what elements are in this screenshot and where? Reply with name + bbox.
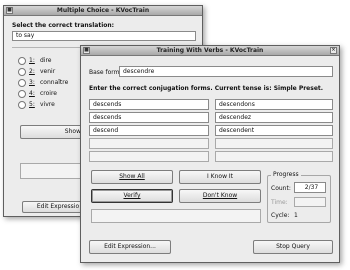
conjugation-input-1s[interactable]: descends bbox=[89, 99, 209, 110]
verb-training-titlebar[interactable]: ■ Training With Verbs - KVocTrain × bbox=[81, 46, 339, 56]
conjugation-input-4s[interactable] bbox=[89, 138, 209, 149]
choice-row[interactable]: 2: venir bbox=[18, 67, 88, 77]
conjugation-input-3p[interactable]: descendent bbox=[215, 125, 333, 136]
translation-prompt: Select the correct translation: bbox=[12, 22, 115, 29]
close-icon[interactable]: × bbox=[330, 47, 337, 54]
time-label: Time: bbox=[271, 199, 288, 206]
choice-row[interactable]: 3: connaître bbox=[18, 78, 88, 88]
choice-number: 4: bbox=[29, 90, 35, 97]
dont-know-button[interactable]: Don't Know bbox=[179, 189, 261, 203]
cycle-value: 1 bbox=[294, 212, 298, 219]
choice-text: connaître bbox=[40, 79, 69, 86]
conjugation-input-3s[interactable]: descend bbox=[89, 125, 209, 136]
count-value: 2/37 bbox=[294, 182, 326, 193]
stop-query-button[interactable]: Stop Query bbox=[253, 240, 333, 254]
verb-training-title: Training With Verbs - KVocTrain bbox=[156, 47, 264, 54]
choice-row[interactable]: 1: dire bbox=[18, 56, 88, 66]
choice-radio[interactable] bbox=[18, 57, 26, 65]
choice-number: 2: bbox=[29, 68, 35, 75]
conjugation-input-1p[interactable]: descendons bbox=[215, 99, 333, 110]
choice-radio[interactable] bbox=[18, 101, 26, 109]
conjugation-instruction: Enter the correct conjugation forms. Cur… bbox=[89, 85, 324, 92]
time-value bbox=[294, 197, 326, 207]
window-menu-icon[interactable]: ■ bbox=[83, 47, 90, 54]
choice-text: croire bbox=[40, 90, 57, 97]
conjugation-input-4p[interactable] bbox=[215, 138, 333, 149]
choice-row[interactable]: 4: croire bbox=[18, 89, 88, 99]
base-form-field: descendre bbox=[119, 66, 333, 77]
conjugation-input-5p[interactable] bbox=[215, 151, 333, 162]
choice-radio[interactable] bbox=[18, 90, 26, 98]
choice-radio[interactable] bbox=[18, 68, 26, 76]
i-know-it-button[interactable]: I Know It bbox=[179, 170, 261, 184]
verify-button[interactable]: Verify bbox=[91, 189, 173, 203]
window-menu-icon[interactable]: ■ bbox=[6, 7, 13, 14]
base-form-label: Base form: bbox=[89, 69, 122, 76]
choice-number: 1: bbox=[29, 57, 35, 64]
choice-number: 3: bbox=[29, 79, 35, 86]
verb-training-window: ■ Training With Verbs - KVocTrain × Base… bbox=[80, 45, 340, 263]
choice-text: venir bbox=[40, 68, 56, 75]
conjugation-input-2p[interactable]: descendez bbox=[215, 112, 333, 123]
conjugation-input-5s[interactable] bbox=[89, 151, 209, 162]
count-label: Count: bbox=[271, 185, 291, 192]
edit-expression-button[interactable]: Edit Expression... bbox=[89, 240, 171, 254]
choice-row[interactable]: 5: vivre bbox=[18, 100, 88, 110]
multiple-choice-titlebar[interactable]: ■ Multiple Choice - KVocTrain bbox=[4, 6, 202, 16]
multiple-choice-title: Multiple Choice - KVocTrain bbox=[56, 7, 150, 14]
status-field bbox=[91, 209, 261, 223]
conjugation-input-2s[interactable]: descends bbox=[89, 112, 209, 123]
progress-title: Progress bbox=[271, 171, 301, 178]
choice-text: dire bbox=[40, 57, 52, 64]
question-field: to say bbox=[12, 31, 196, 41]
cycle-label: Cycle: bbox=[271, 212, 290, 219]
choice-text: vivre bbox=[40, 101, 55, 108]
choice-number: 5: bbox=[29, 101, 35, 108]
show-all-button[interactable]: Show All bbox=[91, 170, 173, 184]
choice-radio[interactable] bbox=[18, 79, 26, 87]
